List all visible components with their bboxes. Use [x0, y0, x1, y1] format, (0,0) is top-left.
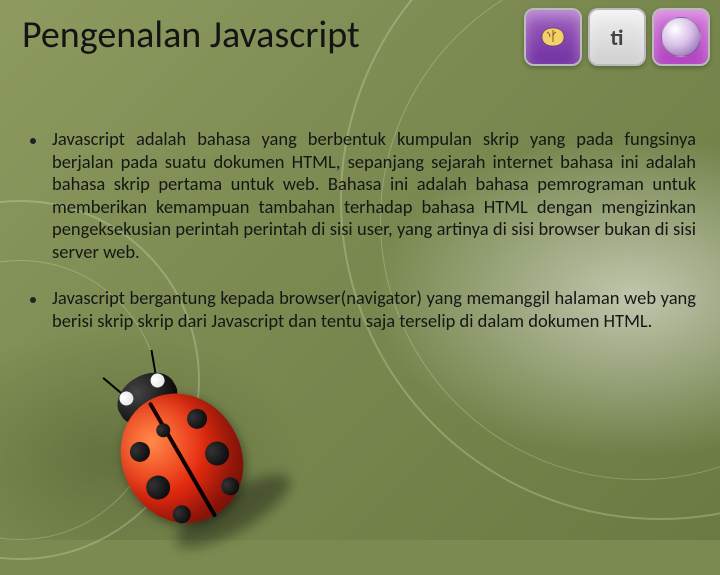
logo-row: ti — [524, 8, 710, 66]
slide-title: Pengenalan Javascript — [22, 12, 360, 58]
bullet-text: Javascript adalah bahasa yang berbentuk … — [52, 128, 696, 263]
bullet-dot-icon — [30, 297, 36, 303]
logo-ti: ti — [588, 8, 646, 66]
slide-body: Javascript adalah bahasa yang berbentuk … — [30, 128, 696, 357]
logo-seal-icon — [652, 8, 710, 66]
bullet-dot-icon — [30, 138, 36, 144]
logo-brain-icon — [524, 8, 582, 66]
bullet-item: Javascript bergantung kepada browser(nav… — [30, 287, 696, 332]
bullet-item: Javascript adalah bahasa yang berbentuk … — [30, 128, 696, 263]
bullet-text: Javascript bergantung kepada browser(nav… — [52, 287, 696, 332]
logo-ti-text: ti — [611, 24, 624, 51]
